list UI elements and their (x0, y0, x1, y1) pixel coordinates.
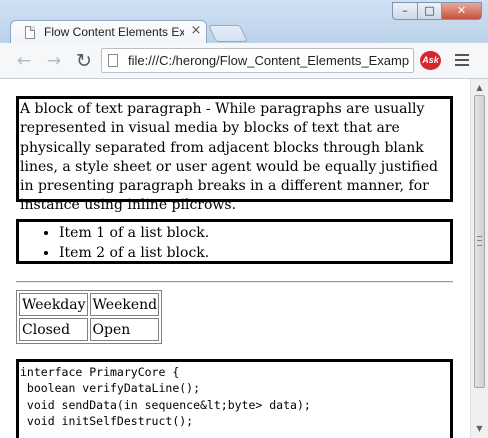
horizontal-rule (16, 281, 453, 283)
back-arrow-icon[interactable]: ← (14, 51, 34, 71)
code-block: interface PrimaryCore { boolean verifyDa… (16, 359, 453, 438)
scrollbar-thumb[interactable] (474, 95, 485, 388)
scrollbar-grip-icon (477, 236, 482, 246)
tab-close-icon[interactable]: × (189, 23, 203, 39)
page-icon (108, 54, 118, 67)
text-paragraph: A block of text paragraph - While paragr… (16, 96, 453, 213)
list-item: Item 1 of a list block. (59, 223, 450, 243)
address-bar[interactable]: file:///C:/herong/Flow_Content_Elements_… (101, 48, 414, 73)
minimize-button[interactable]: – (392, 2, 418, 20)
table-cell: Weekend (89, 293, 160, 316)
menu-icon[interactable] (455, 54, 469, 67)
table-cell: Closed (19, 318, 88, 341)
code-line: void initSelfDestruct(); (20, 413, 194, 428)
new-tab-button[interactable] (208, 25, 248, 42)
code-line: void sendData(in sequence&lt;byte> data)… (20, 397, 311, 412)
vertical-scrollbar[interactable]: ▲ ▼ (470, 79, 488, 438)
close-window-button[interactable]: ✕ (441, 2, 482, 20)
url-text[interactable]: file:///C:/herong/Flow_Content_Elements_… (128, 53, 410, 68)
browser-window: Flow Content Elements Example × – □ ✕ ← … (0, 0, 488, 438)
maximize-button[interactable]: □ (417, 2, 442, 20)
table-cell: Open (89, 318, 160, 341)
data-table: Weekday Weekend Closed Open (16, 290, 163, 344)
code-line: interface PrimaryCore { (20, 365, 180, 379)
forward-arrow-icon[interactable]: → (44, 51, 64, 71)
scroll-down-arrow-icon[interactable]: ▼ (474, 424, 485, 434)
page-content: A block of text paragraph - While paragr… (0, 79, 470, 438)
list-item: Item 2 of a list block. (59, 243, 450, 263)
code-line: boolean verifyDataLine(); (20, 381, 201, 396)
tab-title: Flow Content Elements Example (44, 25, 184, 39)
title-bar: Flow Content Elements Example × – □ ✕ (0, 0, 488, 44)
browser-toolbar: ← → ↻ file:///C:/herong/Flow_Content_Ele… (0, 43, 488, 79)
table-row: Closed Open (19, 318, 160, 341)
tab-active[interactable]: Flow Content Elements Example × (10, 20, 207, 44)
table-cell: Weekday (19, 293, 88, 316)
scroll-up-arrow-icon[interactable]: ▲ (474, 83, 485, 93)
table-row: Weekday Weekend (19, 293, 160, 316)
list-block: Item 1 of a list block. Item 2 of a list… (16, 219, 453, 264)
reload-icon[interactable]: ↻ (74, 51, 94, 71)
ask-toolbar-icon[interactable]: Ask (420, 51, 441, 70)
page-favicon-icon (25, 26, 35, 39)
